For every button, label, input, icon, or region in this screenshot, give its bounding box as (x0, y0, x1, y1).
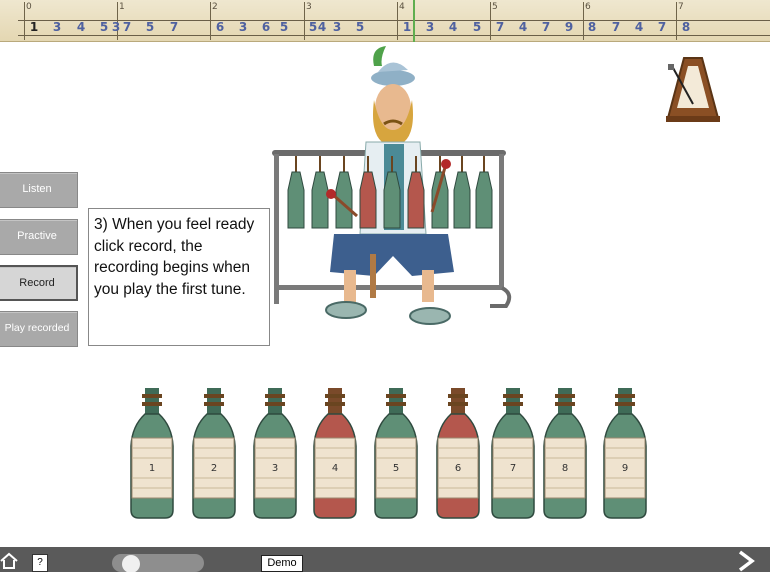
timeline-note: 3 (52, 20, 62, 34)
timeline-note: 1 (29, 20, 39, 34)
timeline-note: 3 (111, 20, 121, 34)
help-button[interactable]: ? (32, 554, 48, 572)
bar-number: 6 (585, 2, 591, 12)
timeline-note: 7 (541, 20, 551, 34)
timeline-note: 4 (518, 20, 528, 34)
staff-line-bottom (18, 35, 770, 36)
timeline-note: 7 (611, 20, 621, 34)
bottle-number-label: 7 (510, 463, 516, 474)
timeline-note: 5 (99, 20, 109, 34)
listen-button[interactable]: Listen (0, 172, 78, 208)
bar-line (397, 2, 398, 40)
timeline-note: 3 (425, 20, 435, 34)
bar-number: 0 (26, 2, 32, 12)
timeline-note: 7 (495, 20, 505, 34)
bar-line (210, 2, 211, 40)
timeline-note: 3 (332, 20, 342, 34)
playhead-marker[interactable] (413, 0, 415, 42)
bottle-9[interactable]: 9 (599, 386, 651, 522)
bottle-number-label: 1 (149, 463, 155, 474)
bar-line (304, 2, 305, 40)
play-recorded-button[interactable]: Play recorded (0, 311, 78, 347)
bottle-number-label: 5 (393, 463, 399, 474)
timeline-note: 9 (564, 20, 574, 34)
bar-number: 7 (678, 2, 684, 12)
timeline-note: 6 (261, 20, 271, 34)
instruction-box: 3) When you feel ready click record, the… (88, 208, 270, 346)
bottle-number-label: 8 (562, 463, 568, 474)
bottle-5[interactable]: 5 (370, 386, 422, 522)
demo-button[interactable]: Demo (261, 555, 303, 572)
bar-line (490, 2, 491, 40)
practice-button[interactable]: Practive (0, 219, 78, 255)
tune-timeline[interactable]: 012345678 13453757636554351345747987478 (0, 0, 770, 42)
timeline-note: 7 (169, 20, 179, 34)
timeline-note: 8 (587, 20, 597, 34)
speed-slider-knob[interactable] (122, 555, 140, 572)
player-illustration (272, 46, 512, 325)
bottle-7[interactable]: 7 (487, 386, 539, 522)
bottle-2[interactable]: 2 (188, 386, 240, 522)
bottle-4[interactable]: 4 (309, 386, 361, 522)
timeline-note: 1 (402, 20, 412, 34)
bottle-number-label: 3 (272, 463, 278, 474)
bar-number: 2 (212, 2, 218, 12)
timeline-note: 4 (634, 20, 644, 34)
app-stage: 012345678 13453757636554351345747987478 (0, 0, 770, 572)
timeline-note: 5 (472, 20, 482, 34)
bar-number: 5 (492, 2, 498, 12)
timeline-note: 7 (122, 20, 132, 34)
bar-number: 3 (306, 2, 312, 12)
bar-number: 4 (399, 2, 405, 12)
bottle-1[interactable]: 1 (126, 386, 178, 522)
bottle-6[interactable]: 6 (432, 386, 484, 522)
bottle-number-label: 9 (622, 463, 628, 474)
timeline-note: 4 (448, 20, 458, 34)
bar-number: 1 (119, 2, 125, 12)
next-arrow-icon[interactable] (734, 550, 758, 572)
timeline-note: 3 (238, 20, 248, 34)
record-button[interactable]: Record (0, 265, 78, 301)
bottle-3[interactable]: 3 (249, 386, 301, 522)
bar-line (24, 2, 25, 40)
bottle-number-label: 2 (211, 463, 217, 474)
timeline-note: 6 (215, 20, 225, 34)
bottle-row: 1 2 3 4 5 6 7 8 9 (120, 386, 660, 522)
timeline-note: 4 (76, 20, 86, 34)
bottle-number-label: 4 (332, 463, 338, 474)
bottom-toolbar: ? Demo (0, 547, 770, 572)
timeline-note: 7 (657, 20, 667, 34)
metronome-icon[interactable] (660, 52, 726, 124)
bottle-8[interactable]: 8 (539, 386, 591, 522)
timeline-note: 5 (279, 20, 289, 34)
home-icon[interactable] (0, 552, 18, 570)
timeline-note: 5 (355, 20, 365, 34)
bar-line (583, 2, 584, 40)
timeline-note: 5 (308, 20, 318, 34)
timeline-note: 5 (145, 20, 155, 34)
timeline-note: 4 (317, 20, 327, 34)
bottle-number-label: 6 (455, 463, 461, 474)
timeline-note: 8 (681, 20, 691, 34)
bar-line (676, 2, 677, 40)
